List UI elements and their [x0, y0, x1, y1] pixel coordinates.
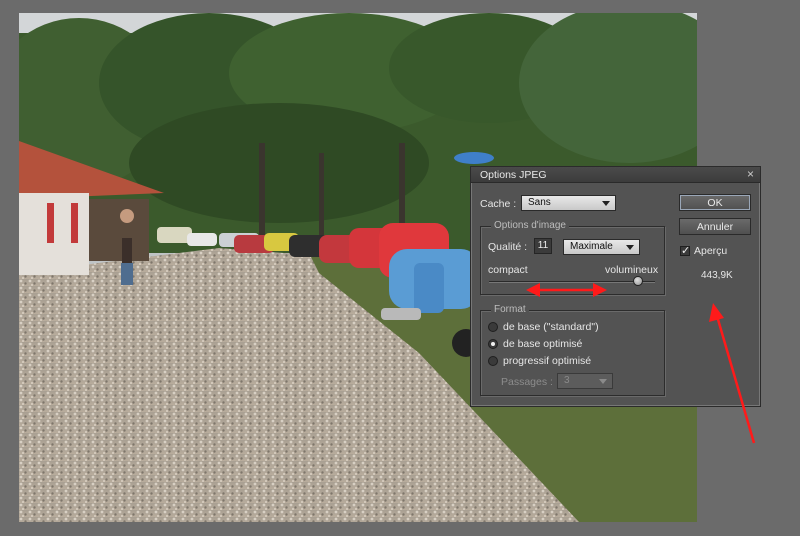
quality-label: Qualité :: [488, 241, 528, 253]
passes-value: 3: [564, 375, 570, 386]
cache-label: Cache :: [480, 198, 517, 210]
quality-input[interactable]: 11: [534, 238, 552, 254]
ok-button[interactable]: OK: [679, 194, 751, 211]
cache-dropdown-value: Sans: [528, 197, 551, 208]
chevron-down-icon: [599, 379, 607, 384]
quality-preset-dropdown[interactable]: Maximale: [563, 239, 640, 255]
dialog-title: Options JPEG: [480, 169, 547, 181]
radio-baseline-standard[interactable]: [488, 322, 498, 332]
slider-min-label: compact: [488, 264, 528, 276]
cancel-button[interactable]: Annuler: [679, 218, 751, 235]
radio-baseline-optimized[interactable]: [488, 339, 498, 349]
close-icon[interactable]: ×: [747, 167, 754, 181]
radio-progressive[interactable]: [488, 356, 498, 366]
radio-baseline-optimized-label: de base optimisé: [503, 338, 583, 350]
preview-checkbox[interactable]: [680, 244, 690, 257]
dialog-titlebar[interactable]: Options JPEG ×: [471, 167, 760, 183]
slider-max-label: volumineux: [605, 264, 659, 276]
chevron-down-icon: [626, 245, 634, 250]
file-size-readout: 443,9K: [701, 270, 733, 281]
quality-slider-track[interactable]: [489, 281, 655, 283]
quality-preset-value: Maximale: [570, 241, 613, 252]
format-title: Format: [491, 304, 529, 315]
radio-baseline-standard-label: de base ("standard"): [503, 321, 599, 333]
image-options-title: Options d'image: [491, 220, 569, 231]
preview-label: Aperçu: [694, 245, 728, 257]
cache-dropdown[interactable]: Sans: [521, 195, 616, 211]
jpeg-options-dialog: Options JPEG × Cache : Sans Options d'im…: [470, 166, 761, 407]
chevron-down-icon: [602, 201, 610, 206]
radio-progressive-label: progressif optimisé: [503, 355, 592, 367]
passes-dropdown[interactable]: 3: [557, 373, 613, 389]
passes-label: Passages :: [501, 376, 553, 388]
